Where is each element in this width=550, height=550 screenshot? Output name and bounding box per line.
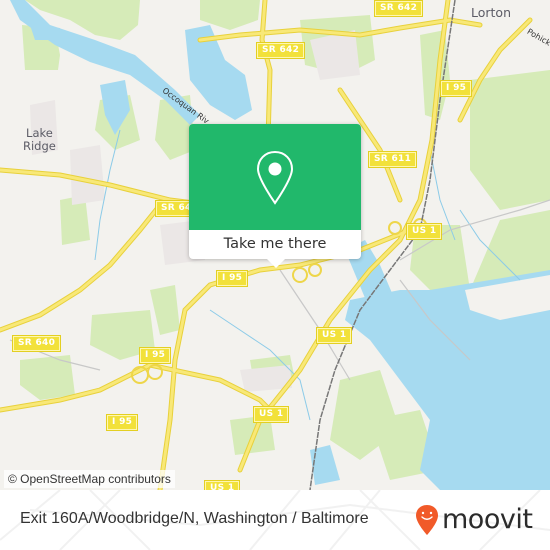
road-shield-us1: US 1: [203, 480, 241, 490]
moovit-wordmark: moovit: [442, 504, 533, 535]
location-title: Exit 160A/Woodbridge/N, Washington / Bal…: [20, 510, 369, 527]
road-shield-us1: US 1: [405, 223, 443, 240]
road-shield-i95: I 95: [439, 80, 473, 97]
map-view[interactable]: SR 642 SR 642 I 95 SR 611 SR 64 US 1 I 9…: [0, 0, 550, 490]
road-shield-sr611: SR 611: [367, 151, 418, 168]
place-label-lake-ridge: Lake Ridge: [23, 127, 56, 153]
map-attribution[interactable]: © OpenStreetMap contributors: [4, 470, 175, 488]
road-shield-us1: US 1: [315, 327, 353, 344]
popup-header: [189, 124, 361, 230]
road-shield-i95: I 95: [215, 270, 249, 287]
place-label-lorton: Lorton: [471, 5, 512, 20]
moovit-logo[interactable]: moovit: [415, 502, 533, 538]
footer-bar: Exit 160A/Woodbridge/N, Washington / Bal…: [0, 490, 550, 550]
road-shield-i95: I 95: [105, 414, 139, 431]
map-pin-icon: [256, 150, 294, 205]
road-shield-sr642: SR 642: [373, 0, 424, 17]
place-label-line: Ridge: [23, 139, 56, 153]
road-shield-i95: I 95: [138, 347, 172, 364]
road-shield-sr642: SR 642: [255, 42, 306, 59]
road-shield-sr640: SR 640: [11, 335, 62, 352]
road-shield-us1: US 1: [252, 406, 290, 423]
take-me-there-button[interactable]: Take me there: [189, 230, 361, 259]
location-popup: Take me there: [189, 124, 361, 268]
popup-pointer: [267, 259, 285, 268]
moovit-pin-smiley-icon: [416, 505, 438, 535]
